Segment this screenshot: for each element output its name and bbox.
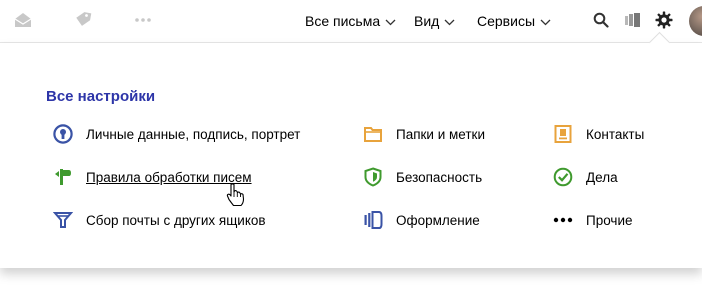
tag-icon[interactable] (72, 9, 94, 31)
settings-item-contacts[interactable]: Контакты (552, 123, 644, 145)
rules-flag-icon (52, 166, 74, 188)
more-dots-icon (552, 209, 574, 231)
settings-item-other[interactable]: Прочие (552, 209, 633, 231)
chevron-down-icon (385, 13, 396, 29)
chevron-down-icon (540, 13, 551, 29)
settings-item-label: Сбор почты с других ящиков (86, 212, 266, 228)
settings-item-label: Папки и метки (396, 126, 485, 142)
settings-panel-title[interactable]: Все настройки (46, 88, 155, 105)
avatar[interactable] (689, 6, 702, 36)
folder-icon (362, 123, 384, 145)
settings-item-appearance[interactable]: Оформление (362, 209, 480, 231)
hand-pointer-cursor-icon (226, 183, 246, 212)
all-mail-menu[interactable]: Все письма (305, 11, 396, 31)
filter-funnel-icon (52, 209, 74, 231)
chevron-down-icon (444, 13, 455, 29)
settings-item-folders[interactable]: Папки и метки (362, 123, 485, 145)
user-circle-icon (52, 123, 74, 145)
theme-icon (362, 209, 384, 231)
settings-item-label: Контакты (586, 126, 645, 142)
checkmark-circle-icon (552, 166, 574, 188)
settings-item-collector[interactable]: Сбор почты с других ящиков (52, 209, 266, 231)
search-icon[interactable] (590, 9, 612, 31)
settings-item-label: Безопасность (396, 169, 483, 185)
settings-item-todo[interactable]: Дела (552, 166, 618, 188)
top-toolbar: Все письма Вид Сервисы (0, 0, 702, 43)
contacts-card-icon (552, 123, 574, 145)
settings-item-security[interactable]: Безопасность (362, 166, 482, 188)
settings-item-label: Личные данные, подпись, портрет (86, 126, 301, 142)
themes-icon[interactable] (622, 9, 644, 31)
settings-item-label: Прочие (586, 212, 633, 228)
settings-item-personal[interactable]: Личные данные, подпись, портрет (52, 123, 300, 145)
envelope-open-icon[interactable] (12, 9, 34, 31)
gear-icon[interactable] (653, 9, 675, 31)
settings-item-rules[interactable]: Правила обработки писем (52, 166, 252, 188)
view-menu[interactable]: Вид (414, 11, 455, 31)
view-menu-label: Вид (414, 13, 440, 29)
shield-icon (362, 166, 384, 188)
services-menu-label: Сервисы (477, 13, 536, 29)
settings-item-label: Оформление (396, 212, 480, 228)
more-horizontal-icon[interactable] (132, 9, 154, 31)
services-menu[interactable]: Сервисы (477, 11, 551, 31)
settings-item-label: Дела (586, 169, 618, 185)
settings-dropdown-panel: Все настройки Личные данные, подпись, по… (0, 43, 702, 268)
all-mail-menu-label: Все письма (305, 13, 381, 29)
